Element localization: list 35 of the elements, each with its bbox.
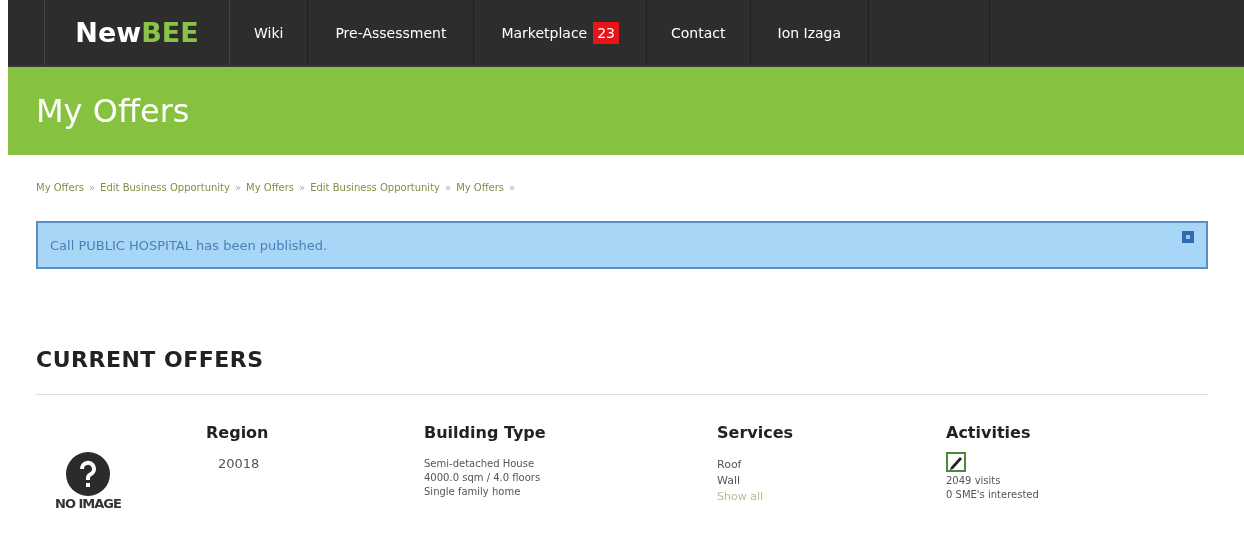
no-image-label: NO IMAGE (55, 496, 121, 511)
interested-count: 0 SME's interested (946, 489, 1040, 500)
question-icon (66, 452, 110, 496)
nav-link[interactable]: Contact (647, 0, 751, 65)
edit-icon[interactable] (946, 452, 966, 472)
column-header: Building Type (424, 423, 547, 442)
nav-link[interactable]: Pre-Assessment (308, 0, 475, 65)
breadcrumb-separator: » (509, 181, 516, 193)
column-header: Region (206, 423, 270, 442)
column-header: Activities (946, 423, 1032, 442)
page-title: My Offers (36, 92, 190, 130)
building-detail: Semi-detached House (424, 458, 536, 469)
breadcrumb-link[interactable]: My Offers (246, 181, 295, 193)
breadcrumb-link[interactable]: Edit Business Opportunity (310, 181, 440, 193)
breadcrumb-link[interactable]: My Offers (36, 181, 84, 193)
breadcrumb-separator: » (88, 181, 96, 193)
nav-link[interactable]: Marketplace 23 (474, 0, 648, 65)
breadcrumb-link[interactable]: My Offers (456, 181, 505, 193)
region-value: 20018 (217, 456, 261, 473)
count-badge: 23 (593, 21, 620, 44)
nav-link[interactable]: Wiki (230, 0, 309, 65)
breadcrumb-link[interactable]: Edit Business Opportunity (100, 181, 230, 193)
visits-count: 2049 visits (946, 475, 1002, 486)
building-detail: Single family home (424, 486, 522, 497)
logo[interactable]: NewBEE (44, 0, 230, 65)
column-header: Services (717, 423, 795, 442)
service-item: Roof (717, 458, 743, 471)
breadcrumb-separator: » (445, 181, 452, 193)
alert-message: Call PUBLIC HOSPITAL has been published. (50, 237, 328, 253)
section-title: CURRENT OFFERS (36, 347, 265, 372)
nav-link[interactable]: Ion Izaga (750, 0, 870, 65)
service-item: Wall (717, 474, 742, 487)
building-detail: 4000.0 sqm / 4.0 floors (424, 472, 542, 483)
breadcrumb-separator: » (234, 181, 242, 193)
breadcrumb-separator: » (299, 181, 306, 193)
